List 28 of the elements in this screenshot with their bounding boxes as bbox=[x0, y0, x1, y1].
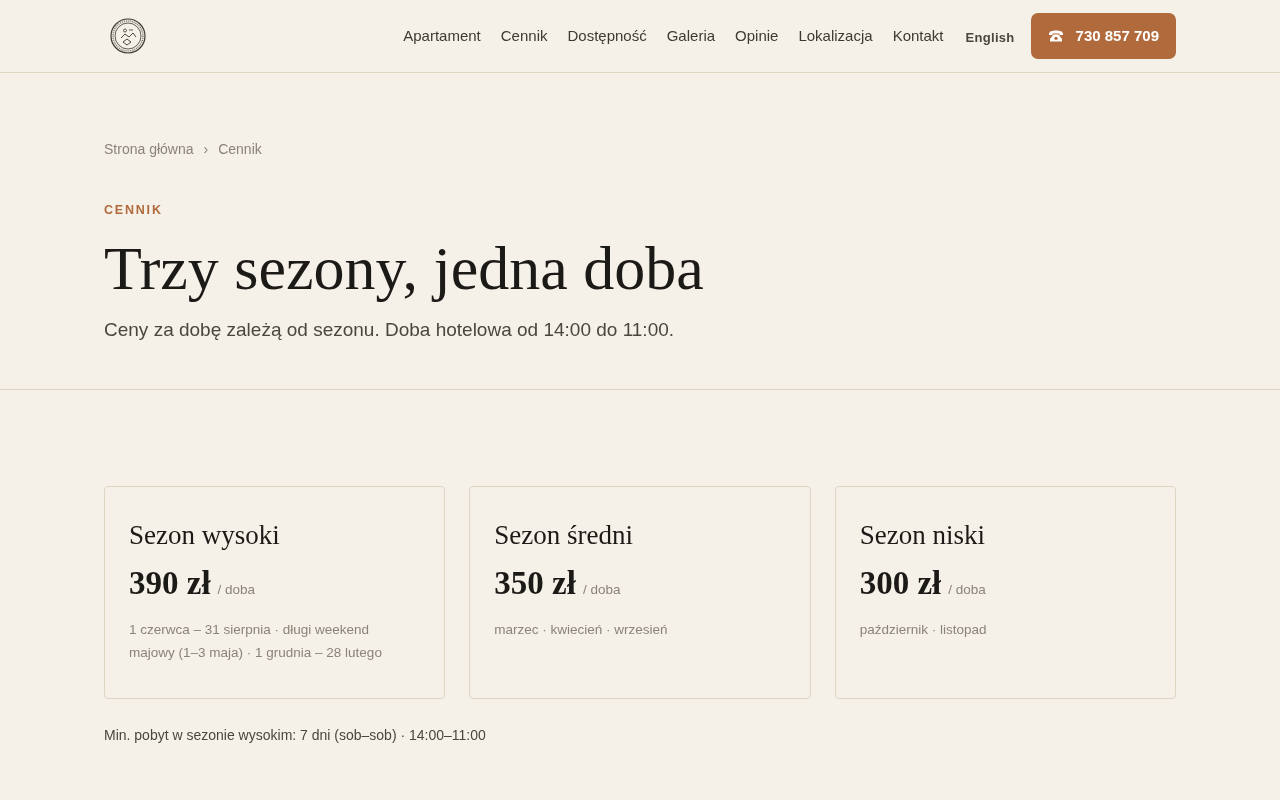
breadcrumb-separator: › bbox=[203, 140, 209, 159]
season-price: 350 zł bbox=[494, 564, 576, 603]
page-title: Trzy sezony, jedna doba bbox=[104, 232, 704, 304]
nav-link[interactable]: Dostępność bbox=[567, 24, 647, 48]
page-subtitle: Ceny za dobę zależą od sezonu. Doba hotelowa od 14:00 do 11:00. bbox=[104, 317, 675, 342]
season-dates: 1 czerwca – 31 sierpnia · długi weekend majowy (1–3 maja) · 1 grudnia – 28 lutego bbox=[129, 621, 383, 662]
section-eyebrow: CENNIK bbox=[104, 202, 163, 219]
price-unit: / doba bbox=[948, 581, 986, 599]
nav-link[interactable]: Kontakt bbox=[892, 24, 944, 48]
season-price: 300 zł bbox=[859, 564, 942, 603]
round-seal-logo[interactable] bbox=[110, 18, 146, 54]
season-name: Sezon niski bbox=[859, 519, 985, 552]
price-unit: / doba bbox=[582, 581, 621, 599]
season-name: Sezon wysoki bbox=[129, 519, 280, 552]
season-name: Sezon średni bbox=[494, 519, 634, 552]
nav-link[interactable]: Galeria bbox=[666, 24, 716, 48]
season-price: 390 zł bbox=[129, 564, 211, 603]
phone-button[interactable]: 730 857 709 bbox=[1030, 13, 1176, 59]
nav-link[interactable]: Opinie bbox=[735, 24, 779, 48]
season-dates: październik · listopad bbox=[859, 621, 988, 639]
phone-icon bbox=[1047, 30, 1064, 42]
language-link[interactable]: English bbox=[965, 27, 1015, 48]
nav-link[interactable]: Lokalizacja bbox=[798, 24, 873, 48]
nav-link[interactable]: Cennik bbox=[500, 24, 548, 48]
stay-note: Min. pobyt w sezonie wysokim: 7 dni (sob–sob) · 14:00–11:00 bbox=[104, 726, 486, 745]
season-dates: marzec · kwiecień · wrzesień bbox=[494, 621, 669, 639]
price-unit: / doba bbox=[217, 581, 256, 599]
nav-link[interactable]: Apartament bbox=[403, 24, 481, 48]
